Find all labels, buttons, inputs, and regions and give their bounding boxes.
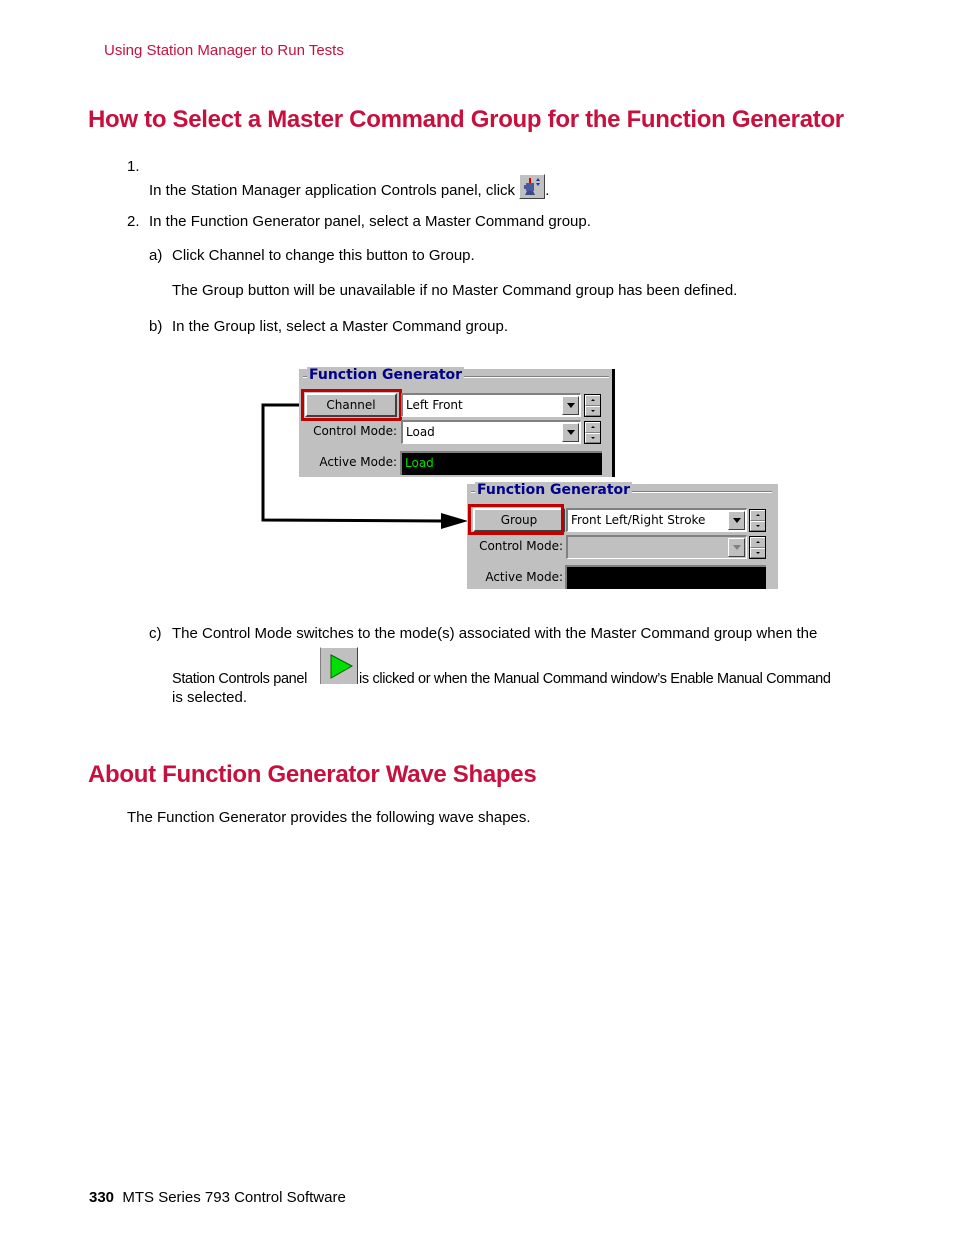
control-mode-select[interactable]: Load <box>401 420 581 444</box>
control-mode-select-disabled <box>566 535 747 559</box>
control-mode-value: Load <box>406 425 435 439</box>
spin-down-icon[interactable] <box>750 547 765 558</box>
wave-shapes-intro: The Function Generator provides the foll… <box>127 809 531 826</box>
spin-up-icon[interactable] <box>750 537 765 548</box>
active-mode-field: Load <box>400 451 602 475</box>
section-title-master-command: How to Select a Master Command Group for… <box>88 106 844 133</box>
step-1: In the Station Manager application Contr… <box>149 174 549 200</box>
control-mode-label: Control Mode: <box>479 539 563 553</box>
spin-up-icon[interactable] <box>585 395 600 406</box>
function-generator-panel-after: Function Generator Group Front Left/Righ… <box>467 482 778 589</box>
panel-after-title: Function Generator <box>475 482 633 498</box>
substep-c-after-icon: is clicked or when the Manual Command wi… <box>359 671 831 687</box>
channel-spinner[interactable] <box>584 394 601 417</box>
step-1-number: 1. <box>127 158 140 175</box>
chevron-down-icon[interactable] <box>562 396 579 415</box>
substep-c-line1: The Control Mode switches to the mode(s)… <box>172 625 818 642</box>
substep-a-letter: a) <box>149 247 163 264</box>
panel-before-title: Function Generator <box>307 367 465 383</box>
step-1-text: In the Station Manager application Contr… <box>149 182 516 199</box>
running-head: Using Station Manager to Run Tests <box>104 42 344 59</box>
run-play-icon[interactable] <box>320 647 358 684</box>
spin-up-icon[interactable] <box>585 422 600 433</box>
section-title-wave-shapes: About Function Generator Wave Shapes <box>88 761 537 788</box>
group-spinner[interactable] <box>749 509 766 532</box>
channel-select-value: Left Front <box>406 398 463 412</box>
function-generator-panel-before: Function Generator Channel Left Front Co… <box>299 367 615 477</box>
control-mode-spinner[interactable] <box>584 421 601 444</box>
highlight-box <box>301 389 402 421</box>
chevron-down-icon <box>728 538 745 557</box>
spin-down-icon[interactable] <box>750 520 765 531</box>
chevron-down-icon[interactable] <box>562 423 579 442</box>
function-generator-icon[interactable] <box>519 174 546 199</box>
step-2-text: In the Function Generator panel, select … <box>149 213 591 230</box>
control-mode-spinner[interactable] <box>749 536 766 559</box>
substep-b-letter: b) <box>149 318 163 335</box>
substep-c-line3: is selected. <box>172 689 248 706</box>
highlight-box <box>468 504 564 535</box>
control-mode-label: Control Mode: <box>313 424 397 438</box>
spin-up-icon[interactable] <box>750 510 765 521</box>
page-number: 330 <box>89 1189 115 1206</box>
channel-select[interactable]: Left Front <box>401 393 581 417</box>
page-footer: 330 MTS Series 793 Control Software <box>89 1189 346 1206</box>
spin-down-icon[interactable] <box>585 432 600 443</box>
substep-a-note: The Group button will be unavailable if … <box>172 282 738 299</box>
arrow-head-icon <box>441 513 468 529</box>
spin-down-icon[interactable] <box>585 405 600 416</box>
substep-b-text: In the Group list, select a Master Comma… <box>172 318 508 335</box>
group-select[interactable]: Front Left/Right Stroke <box>566 508 747 532</box>
footer-doc-title: MTS Series 793 Control Software <box>122 1189 346 1206</box>
active-mode-field <box>565 565 766 589</box>
chevron-down-icon[interactable] <box>728 511 745 530</box>
substep-c-before-icon: Station Controls panel <box>172 671 307 687</box>
step-1-period: . <box>545 182 550 199</box>
substep-a-text: Click Channel to change this button to G… <box>172 247 475 264</box>
step-2-number: 2. <box>127 213 140 230</box>
active-mode-label: Active Mode: <box>319 455 397 469</box>
substep-c-letter: c) <box>149 625 162 642</box>
substep-c-line2: Station Controls panel <box>172 670 307 688</box>
group-select-value: Front Left/Right Stroke <box>571 513 706 527</box>
active-mode-label: Active Mode: <box>485 570 563 584</box>
